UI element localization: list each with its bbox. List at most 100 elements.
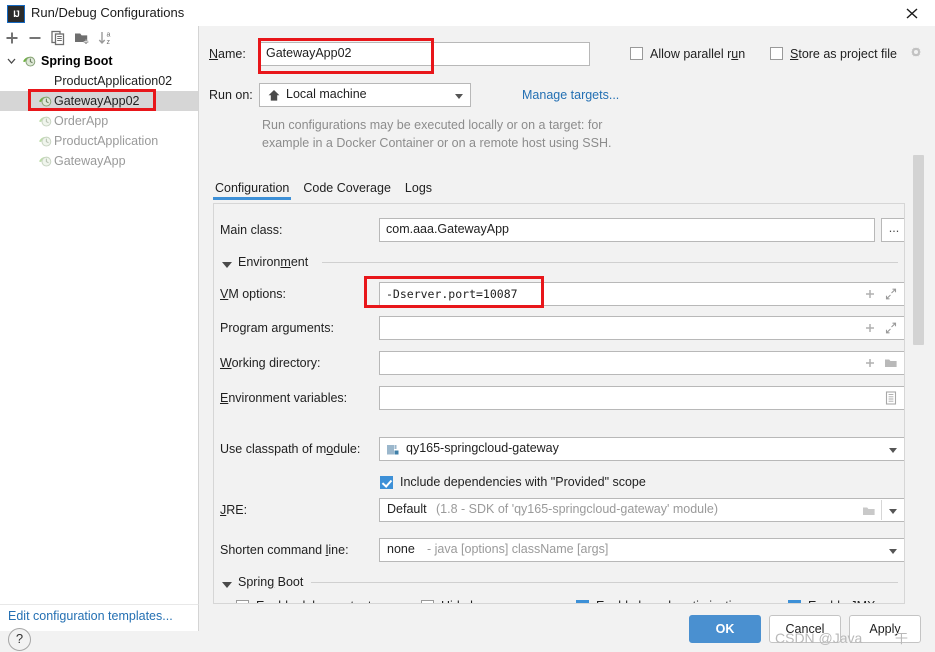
environment-variables-input[interactable] xyxy=(379,386,904,410)
add-configuration-button[interactable] xyxy=(2,28,22,48)
jre-label: JRE: xyxy=(220,503,248,517)
folder-icon[interactable] xyxy=(862,505,876,520)
jre-value-detail: (1.8 - SDK of 'qy165-springcloud-gateway… xyxy=(436,502,718,516)
jre-combobox-divider xyxy=(881,500,882,520)
use-classpath-combobox[interactable]: qy165-springcloud-gateway xyxy=(379,437,904,461)
tree-node-label: GatewayApp xyxy=(54,154,126,168)
folder-icon[interactable] xyxy=(884,357,898,372)
tree-node-gatewayapp02[interactable]: GatewayApp02 xyxy=(0,91,198,111)
include-provided-scope-label: Include dependencies with "Provided" sco… xyxy=(400,475,646,489)
insert-macro-icon[interactable] xyxy=(864,288,876,303)
chevron-down-icon[interactable] xyxy=(6,51,17,71)
svg-text:a: a xyxy=(107,32,111,39)
help-button[interactable]: ? xyxy=(8,628,31,651)
chevron-down-icon[interactable] xyxy=(889,549,897,554)
window-title: Run/Debug Configurations xyxy=(31,5,185,20)
local-machine-icon xyxy=(267,88,281,106)
jre-value: Default xyxy=(387,502,427,516)
expand-editor-icon[interactable] xyxy=(885,322,897,337)
ok-button[interactable]: OK xyxy=(689,615,761,643)
tree-node-label: ProductApplication xyxy=(54,134,159,148)
sort-configurations-button[interactable]: a z xyxy=(96,28,116,48)
vm-options-label: VM options: xyxy=(220,287,287,301)
expand-editor-icon[interactable] xyxy=(885,288,897,303)
main-class-input[interactable]: com.aaa.GatewayApp xyxy=(379,218,875,242)
spring-boot-section-title: Spring Boot xyxy=(238,575,304,589)
working-directory-input[interactable] xyxy=(379,351,904,375)
tree-node-label: GatewayApp02 xyxy=(54,94,140,108)
run-on-label: Run on: xyxy=(209,88,253,102)
edit-templates-bar: Edit configuration templates... xyxy=(0,604,199,631)
editor-tabs: Configuration Code Coverage Logs xyxy=(213,178,444,204)
tree-node-label: Spring Boot xyxy=(41,54,113,68)
configurations-toolbar: a z xyxy=(0,26,198,50)
move-into-folder-button[interactable] xyxy=(72,28,92,48)
program-arguments-input[interactable] xyxy=(379,316,904,340)
include-provided-scope-checkbox[interactable] xyxy=(380,476,393,489)
svg-text:z: z xyxy=(107,39,111,46)
tree-node-label: OrderApp xyxy=(54,114,109,128)
program-arguments-label: Program arguments: xyxy=(220,321,334,335)
insert-macro-icon[interactable] xyxy=(864,322,876,337)
name-label: Name: xyxy=(209,47,246,61)
title-bar: IJ Run/Debug Configurations xyxy=(0,0,935,27)
main-class-value: com.aaa.GatewayApp xyxy=(386,222,509,236)
section-divider xyxy=(322,262,898,263)
chevron-down-icon[interactable] xyxy=(889,509,897,514)
copy-configuration-button[interactable] xyxy=(48,28,68,48)
use-classpath-label: Use classpath of module: xyxy=(220,442,361,456)
spring-boot-icon xyxy=(22,54,37,68)
name-input-value: GatewayApp02 xyxy=(266,46,352,60)
chevron-down-icon[interactable] xyxy=(455,94,463,99)
name-input[interactable]: GatewayApp02 xyxy=(259,42,590,66)
environment-variables-label: Environment variables: xyxy=(220,391,348,405)
configuration-editor: Name: GatewayApp02 Allow parallel run St… xyxy=(199,26,935,604)
run-on-combobox[interactable]: Local machine xyxy=(259,83,471,107)
vm-options-value: -Dserver.port=10087 xyxy=(386,287,518,301)
run-on-description-line1: Run configurations may be executed local… xyxy=(262,118,603,132)
spring-boot-icon xyxy=(38,94,53,108)
configurations-tree[interactable]: Spring Boot ProductApplication02 Gateway… xyxy=(0,51,198,604)
environment-section-twisty[interactable] xyxy=(222,262,232,268)
shorten-command-line-combobox[interactable]: none - java [options] className [args] xyxy=(379,538,904,562)
shorten-command-line-value: none xyxy=(387,542,415,556)
insert-macro-icon[interactable] xyxy=(864,357,876,372)
tab-code-coverage[interactable]: Code Coverage xyxy=(301,178,393,200)
apply-button[interactable]: Apply xyxy=(849,615,921,643)
tree-node-orderapp[interactable]: OrderApp xyxy=(0,111,198,131)
main-class-label: Main class: xyxy=(220,223,283,237)
manage-targets-link[interactable]: Manage targets... xyxy=(522,88,619,102)
tree-node-productapplication02[interactable]: ProductApplication02 xyxy=(0,71,198,91)
edit-variables-icon[interactable] xyxy=(885,391,897,408)
main-class-browse-button[interactable]: ... xyxy=(881,218,904,242)
section-divider xyxy=(311,582,898,583)
gear-icon[interactable] xyxy=(909,46,923,63)
close-icon[interactable] xyxy=(889,0,935,26)
store-as-project-file-label: Store as project file xyxy=(790,47,898,61)
jre-combobox[interactable]: Default (1.8 - SDK of 'qy165-springcloud… xyxy=(379,498,904,522)
editor-scrollbar-thumb[interactable] xyxy=(913,155,924,345)
module-icon xyxy=(386,443,401,460)
remove-configuration-button[interactable] xyxy=(25,28,45,48)
tab-configuration[interactable]: Configuration xyxy=(213,178,292,200)
spring-boot-icon xyxy=(38,114,53,128)
ellipsis-icon: ... xyxy=(888,221,900,235)
tree-node-gatewayapp[interactable]: GatewayApp xyxy=(0,151,198,171)
tree-node-spring-boot[interactable]: Spring Boot xyxy=(0,51,198,71)
working-directory-label: Working directory: xyxy=(220,356,321,370)
configurations-panel: a z Spring Boot ProductApplication02 Gat… xyxy=(0,26,199,604)
tree-node-label: ProductApplication02 xyxy=(54,74,173,88)
allow-parallel-run-checkbox[interactable] xyxy=(630,47,643,60)
vm-options-input[interactable]: -Dserver.port=10087 xyxy=(379,282,904,306)
environment-section-title: Environment xyxy=(238,255,309,269)
tree-node-productapplication[interactable]: ProductApplication xyxy=(0,131,198,151)
spring-boot-section-twisty[interactable] xyxy=(222,582,232,588)
shorten-command-line-label: Shorten command line: xyxy=(220,543,349,557)
store-as-project-file-checkbox[interactable] xyxy=(770,47,783,60)
dialog-button-bar: OK Cancel Apply xyxy=(199,604,935,652)
use-classpath-value: qy165-springcloud-gateway xyxy=(406,441,559,455)
tab-logs[interactable]: Logs xyxy=(403,178,434,200)
cancel-button[interactable]: Cancel xyxy=(769,615,841,643)
chevron-down-icon[interactable] xyxy=(889,448,897,453)
edit-configuration-templates-link[interactable]: Edit configuration templates... xyxy=(8,609,173,623)
